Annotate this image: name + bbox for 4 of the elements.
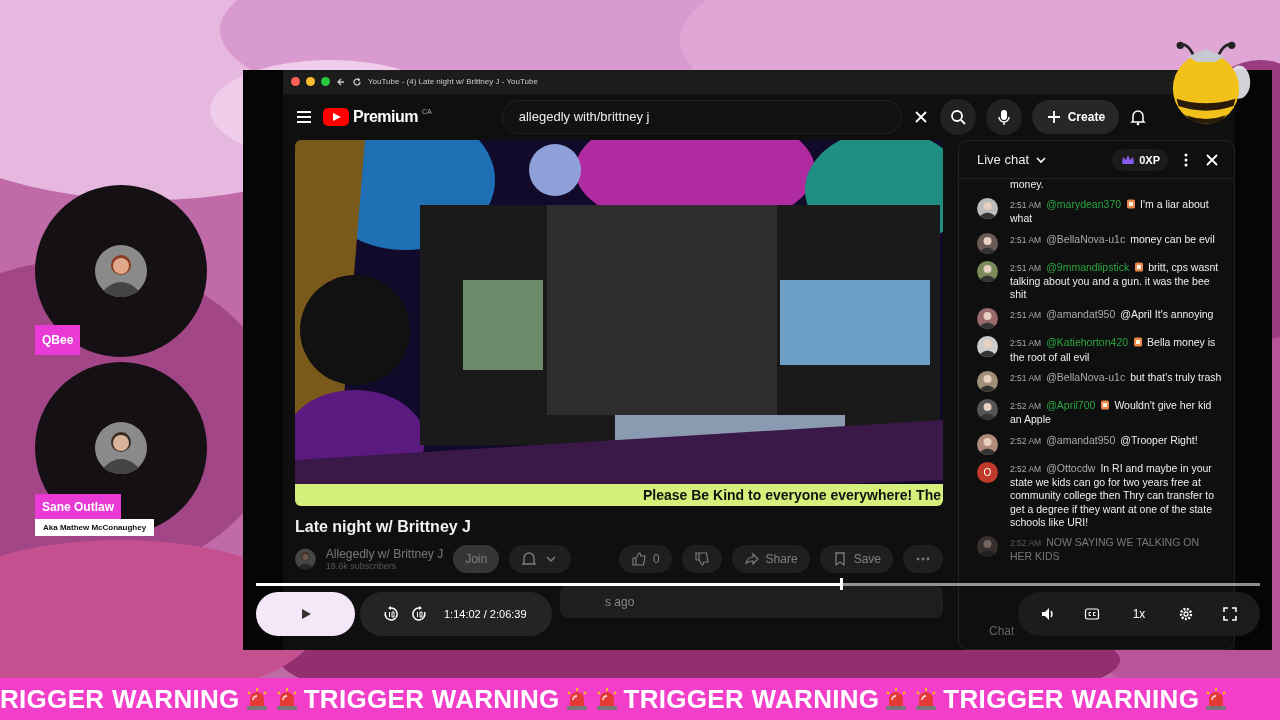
warning-text: TRIGGER WARNING (303, 683, 560, 715)
warning-text: TRIGGER WARNING (943, 683, 1200, 715)
warning-text: TRIGGER WARNING (623, 683, 880, 715)
warning-text: RIGGER WARNING (0, 683, 240, 715)
